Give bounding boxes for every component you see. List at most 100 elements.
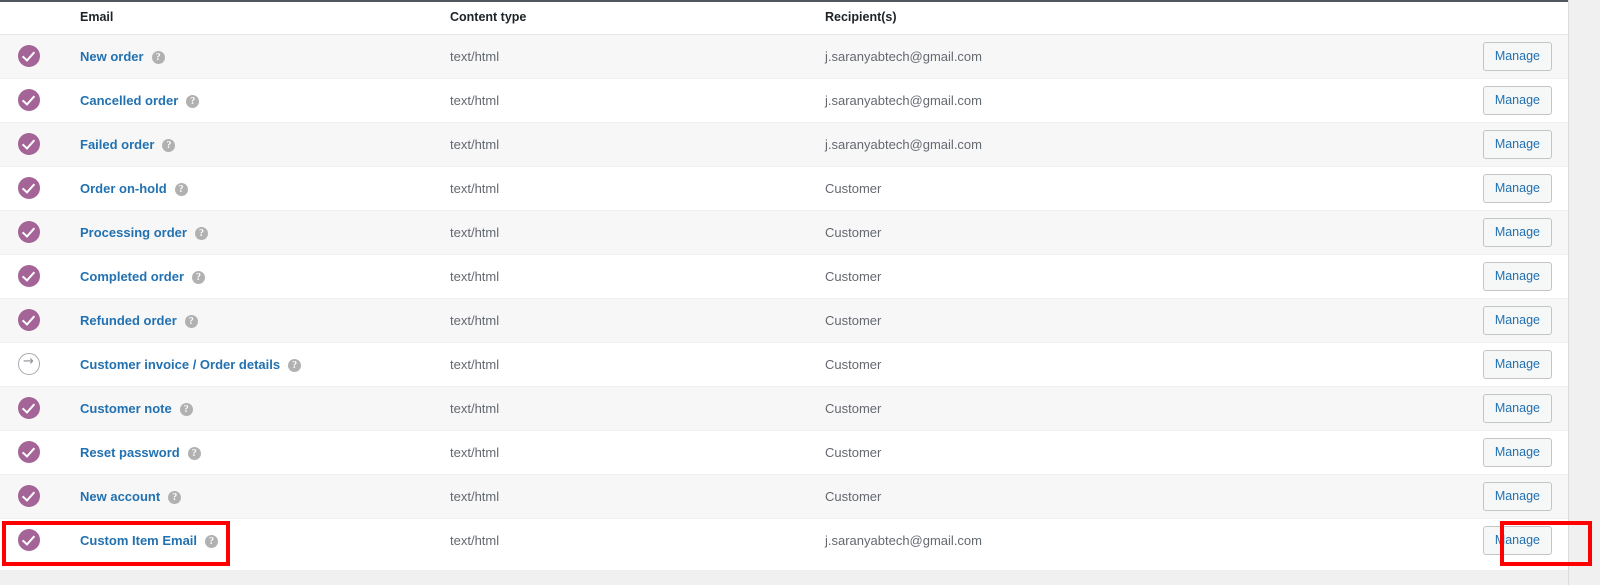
check-circle-icon[interactable]: [18, 309, 40, 331]
check-circle-icon[interactable]: [18, 441, 40, 463]
email-status-cell: [0, 385, 78, 430]
manage-button[interactable]: Manage: [1482, 41, 1552, 71]
content-type-cell: text/html: [450, 209, 825, 254]
help-icon[interactable]: ?: [192, 270, 206, 284]
check-circle-icon[interactable]: [18, 221, 40, 243]
help-icon[interactable]: ?: [205, 534, 219, 548]
actions-cell: Manage: [1425, 253, 1568, 298]
check-circle-icon[interactable]: [18, 133, 40, 155]
check-circle-icon[interactable]: [18, 265, 40, 287]
content-type-cell: text/html: [450, 77, 825, 122]
actions-cell: Manage: [1425, 473, 1568, 518]
email-name-cell: Refunded order?: [78, 297, 450, 342]
email-name-link[interactable]: Refunded order: [80, 313, 177, 328]
manage-button[interactable]: Manage: [1482, 525, 1552, 555]
actions-cell: Manage: [1425, 429, 1568, 474]
check-circle-icon[interactable]: [18, 177, 40, 199]
help-icon[interactable]: ?: [194, 226, 208, 240]
email-name-link[interactable]: Reset password: [80, 445, 180, 460]
table-row: Order on-hold? text/html Customer Manage: [0, 165, 1568, 210]
email-status-cell: [0, 209, 78, 254]
table-row: Custom Item Email? text/html j.saranyabtec…: [0, 517, 1568, 562]
content-type-cell: text/html: [450, 121, 825, 166]
actions-cell: Manage: [1425, 209, 1568, 254]
manage-button[interactable]: Manage: [1482, 393, 1552, 423]
manage-button[interactable]: Manage: [1482, 129, 1552, 159]
actions-cell: Manage: [1425, 297, 1568, 342]
emails-table: Email Content type Recipient(s) New orde…: [0, 2, 1568, 562]
email-name-link[interactable]: Order on-hold: [80, 181, 167, 196]
column-header-email[interactable]: Email: [78, 2, 450, 35]
email-status-cell: [0, 121, 78, 166]
email-name-link[interactable]: Customer invoice / Order details: [80, 357, 280, 372]
recipients-cell: j.saranyabtech@gmail.com: [825, 121, 1425, 166]
table-row: Processing order? text/html Customer Manage: [0, 209, 1568, 254]
help-icon[interactable]: ?: [187, 446, 201, 460]
column-header-content-type[interactable]: Content type: [450, 2, 825, 35]
manage-button[interactable]: Manage: [1482, 217, 1552, 247]
check-circle-icon[interactable]: [18, 397, 40, 419]
table-row: Customer note? text/html Customer Manage: [0, 385, 1568, 430]
actions-cell: Manage: [1425, 517, 1568, 562]
table-body: New order? text/html j.saranyabtech@gmail.…: [0, 33, 1568, 562]
content-type-cell: text/html: [450, 341, 825, 386]
help-icon[interactable]: ?: [168, 490, 182, 504]
content-type-cell: text/html: [450, 385, 825, 430]
email-status-cell: [0, 33, 78, 78]
table-row: New account? text/html Customer Manage: [0, 473, 1568, 518]
email-name-cell: Cancelled order?: [78, 77, 450, 122]
arrow-circle-icon[interactable]: [18, 352, 40, 375]
manage-button[interactable]: Manage: [1482, 261, 1552, 291]
recipients-cell: Customer: [825, 473, 1425, 518]
content-type-cell: text/html: [450, 297, 825, 342]
email-name-link[interactable]: Processing order: [80, 225, 187, 240]
email-name-link[interactable]: New account: [80, 489, 160, 504]
content-type-cell: text/html: [450, 33, 825, 78]
manage-button[interactable]: Manage: [1482, 437, 1552, 467]
email-status-cell: [0, 165, 78, 210]
email-status-cell: [0, 253, 78, 298]
help-icon[interactable]: ?: [151, 50, 165, 64]
table-row: Failed order? text/html j.saranyabtech@gma…: [0, 121, 1568, 166]
email-status-cell: [0, 517, 78, 562]
table-row: Reset password? text/html Customer Manage: [0, 429, 1568, 474]
email-status-cell: [0, 429, 78, 474]
check-circle-icon[interactable]: [18, 89, 40, 111]
column-header-recipients[interactable]: Recipient(s): [825, 2, 1425, 35]
email-name-cell: Failed order?: [78, 121, 450, 166]
email-status-cell: [0, 473, 78, 518]
table-row: New order? text/html j.saranyabtech@gmail.…: [0, 33, 1568, 78]
help-icon[interactable]: ?: [179, 402, 193, 416]
check-circle-icon[interactable]: [18, 529, 40, 552]
help-icon[interactable]: ?: [162, 138, 176, 152]
manage-button[interactable]: Manage: [1482, 305, 1552, 335]
email-name-link[interactable]: New order: [80, 49, 144, 64]
recipients-cell: j.saranyabtech@gmail.com: [825, 517, 1425, 562]
email-name-link[interactable]: Custom Item Email: [80, 533, 197, 548]
column-header-status: [0, 2, 78, 35]
check-circle-icon[interactable]: [18, 45, 40, 67]
help-icon[interactable]: ?: [174, 182, 188, 196]
email-name-cell: New order?: [78, 33, 450, 78]
actions-cell: Manage: [1425, 341, 1568, 386]
recipients-cell: Customer: [825, 165, 1425, 210]
email-name-link[interactable]: Completed order: [80, 269, 184, 284]
check-circle-icon[interactable]: [18, 485, 40, 507]
recipients-cell: Customer: [825, 341, 1425, 386]
help-icon[interactable]: ?: [186, 94, 200, 108]
content-type-cell: text/html: [450, 429, 825, 474]
manage-button[interactable]: Manage: [1482, 349, 1552, 379]
manage-button[interactable]: Manage: [1482, 173, 1552, 203]
email-name-link[interactable]: Failed order: [80, 137, 154, 152]
manage-button[interactable]: Manage: [1482, 481, 1552, 511]
email-name-link[interactable]: Customer note: [80, 401, 172, 416]
table-row: Refunded order? text/html Customer Manage: [0, 297, 1568, 342]
manage-button[interactable]: Manage: [1482, 85, 1552, 115]
help-icon[interactable]: ?: [184, 314, 198, 328]
email-name-link[interactable]: Cancelled order: [80, 93, 178, 108]
email-name-cell: Completed order?: [78, 253, 450, 298]
help-icon[interactable]: ?: [288, 358, 302, 372]
recipients-cell: Customer: [825, 253, 1425, 298]
email-name-cell: Customer note?: [78, 385, 450, 430]
actions-cell: Manage: [1425, 121, 1568, 166]
